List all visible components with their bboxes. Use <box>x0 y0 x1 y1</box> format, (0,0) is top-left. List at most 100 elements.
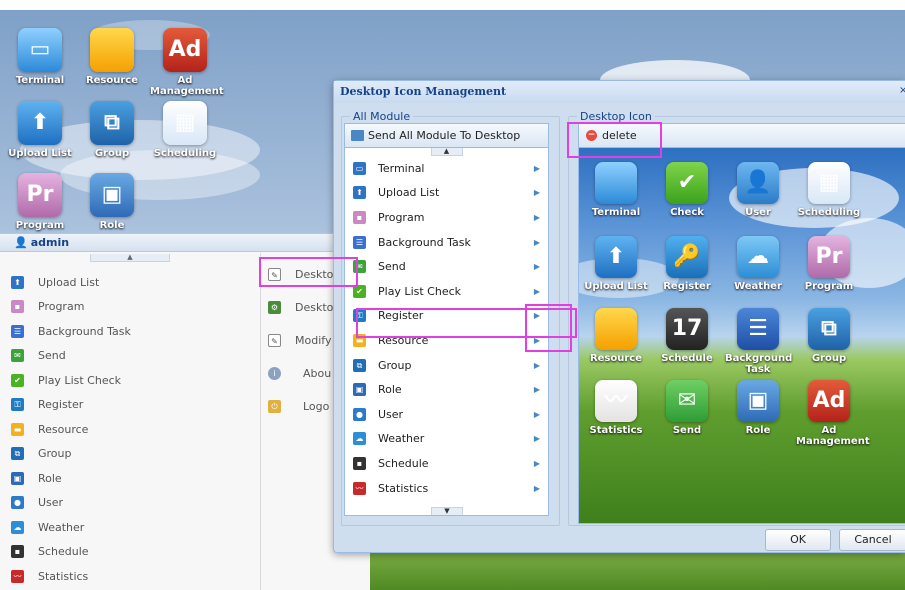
desktop-icon-management-dialog: Desktop Icon Management × All Module Des… <box>333 80 905 553</box>
module-item-background-task[interactable]: ☰ Background Task ▶ <box>345 230 548 255</box>
module-list: ▭ Terminal ▶ ⬆ Upload List ▶ ▪ Program ▶ ☰ Backgro… <box>345 156 548 500</box>
admin-menu-item-upload-list[interactable]: ⬆ Upload List <box>0 270 260 295</box>
desktop-preview-icon-register[interactable]: 🔑 Register <box>654 236 720 292</box>
admin-menu-item-register[interactable]: ⚿ Register <box>0 393 260 418</box>
desktop-preview-icon-program[interactable]: Pr Program <box>796 236 862 292</box>
desktop-preview-icon-weather[interactable]: ☁ Weather <box>725 236 791 292</box>
chevron-right-icon[interactable]: ▶ <box>534 287 540 296</box>
chevron-right-icon[interactable]: ▶ <box>534 262 540 271</box>
module-item-program[interactable]: ▪ Program ▶ <box>345 205 548 230</box>
module-item-resource[interactable]: ▬ Resource ▶ <box>345 328 548 353</box>
module-item-upload-list[interactable]: ⬆ Upload List ▶ <box>345 181 548 206</box>
desktop-icon-role[interactable]: ▣ Role <box>77 173 147 231</box>
desktop-icon-scheduling[interactable]: ▦ Scheduling <box>150 101 220 159</box>
calendar-grid-icon: ▦ <box>163 101 207 145</box>
module-list-panel: Send All Module To Desktop ▲ ▭ Terminal ▶ ⬆… <box>344 123 549 516</box>
desktop-preview-icon-label: Schedule <box>661 353 713 364</box>
desktop-icon-program[interactable]: Pr Program <box>5 173 75 231</box>
admin-menu-label: User <box>38 496 64 510</box>
desktop-icon-ad-management[interactable]: Ad Ad Management <box>150 28 224 97</box>
admin-menu-item-role[interactable]: ▣ Role <box>0 466 260 491</box>
module-item-group[interactable]: ⧉ Group ▶ <box>345 353 548 378</box>
admin-menu-item-schedule[interactable]: ▪ Schedule <box>0 540 260 565</box>
admin-menu-item-weather[interactable]: ☁ Weather <box>0 515 260 540</box>
desktop-preview-icon-resource[interactable]: Resource <box>583 308 649 364</box>
admin-menu-item-program[interactable]: ▪ Program <box>0 295 260 320</box>
chevron-right-icon[interactable]: ▶ <box>534 188 540 197</box>
admin-menu-item-play-list-check[interactable]: ✔ Play List Check <box>0 368 260 393</box>
delete-button[interactable]: − delete <box>579 124 905 148</box>
terminal-icon: ▭ <box>353 161 366 175</box>
cancel-button[interactable]: Cancel <box>839 529 905 551</box>
admin-menu-label: Schedule <box>38 545 89 559</box>
scheduling-icon: ▦ <box>808 162 850 204</box>
background-task-icon: ☰ <box>737 308 779 350</box>
ok-button[interactable]: OK <box>765 529 831 551</box>
chevron-right-icon[interactable]: ▶ <box>534 459 540 468</box>
desktop-preview-icon-check[interactable]: ✔ Check <box>654 162 720 218</box>
ad-icon: Ad <box>163 28 207 72</box>
desktop-icon-resource[interactable]: Resource <box>77 28 147 86</box>
chevron-right-icon[interactable]: ▶ <box>534 484 540 493</box>
desktop-preview-icon-scheduling[interactable]: ▦ Scheduling <box>796 162 862 218</box>
admin-menu-item-statistics[interactable]: 〰 Statistics <box>0 564 260 589</box>
admin-menu-label: Weather <box>38 520 85 534</box>
admin-menu-item-user[interactable]: ● User <box>0 491 260 516</box>
module-item-label: Schedule <box>378 456 429 470</box>
desktop-preview-icon-user[interactable]: 👤 User <box>725 162 791 218</box>
chevron-right-icon[interactable]: ▶ <box>534 164 540 173</box>
desktop-icon-terminal[interactable]: ▭ Terminal <box>5 28 75 86</box>
chevron-right-icon[interactable]: ▶ <box>534 361 540 370</box>
module-item-role[interactable]: ▣ Role ▶ <box>345 377 548 402</box>
chevron-right-icon[interactable]: ▶ <box>534 213 540 222</box>
chevron-right-icon[interactable]: ▶ <box>534 410 540 419</box>
send-all-module-button[interactable]: Send All Module To Desktop <box>345 124 548 148</box>
desktop-grass <box>370 548 905 590</box>
module-item-user[interactable]: ● User ▶ <box>345 402 548 427</box>
module-item-label: Weather <box>378 432 425 446</box>
admin-menu-item-background-task[interactable]: ☰ Background Task <box>0 319 260 344</box>
scroll-up-button[interactable]: ▲ <box>430 148 463 156</box>
role-icon: ▣ <box>90 173 134 217</box>
desktop-preview-icon-role[interactable]: ▣ Role <box>725 380 791 436</box>
module-item-schedule[interactable]: ▪ Schedule ▶ <box>345 451 548 476</box>
module-item-send[interactable]: ✉ Send ▶ <box>345 254 548 279</box>
desktop-icon-upload-list[interactable]: ⬆ Upload List <box>5 101 75 159</box>
module-item-statistics[interactable]: 〰 Statistics ▶ <box>345 476 548 501</box>
upload-arrow-icon: ⬆ <box>18 101 62 145</box>
chevron-right-icon[interactable]: ▶ <box>534 311 540 320</box>
module-item-label: Resource <box>378 333 429 347</box>
desktop-preview-icon-background-task[interactable]: ☰ Background Task <box>725 308 792 375</box>
program-icon: ▪ <box>11 300 24 314</box>
upload-icon: ⬆ <box>11 275 24 289</box>
chevron-right-icon[interactable]: ▶ <box>534 434 540 443</box>
admin-menu-label: Program <box>38 300 85 314</box>
desktop-preview-icon-ad-management[interactable]: Ad Ad Management <box>796 380 870 447</box>
desktop-preview-icon-statistics[interactable]: 〰 Statistics <box>583 380 649 436</box>
desktop-icon-group[interactable]: ⧉ Group <box>77 101 147 159</box>
collapse-handle[interactable]: ▲ <box>90 254 170 262</box>
edit-icon: ✎ <box>268 334 281 347</box>
desktop-preview-icon-label: Program <box>804 281 854 292</box>
module-item-weather[interactable]: ☁ Weather ▶ <box>345 427 548 452</box>
desktop-preview-icon-upload-list[interactable]: ⬆ Upload List <box>583 236 649 292</box>
module-item-label: Terminal <box>378 161 425 175</box>
desktop-preview-icon-terminal[interactable]: Terminal <box>583 162 649 218</box>
module-item-terminal[interactable]: ▭ Terminal ▶ <box>345 156 548 181</box>
desktop-preview-icon-schedule[interactable]: 17 Schedule <box>654 308 720 364</box>
close-icon[interactable]: × <box>899 85 905 99</box>
module-item-play-list-check[interactable]: ✔ Play List Check ▶ <box>345 279 548 304</box>
task-icon: ☰ <box>353 235 366 249</box>
chevron-right-icon[interactable]: ▶ <box>534 385 540 394</box>
weather-icon: ☁ <box>737 236 779 278</box>
admin-menu-item-group[interactable]: ⧉ Group <box>0 442 260 467</box>
chevron-right-icon[interactable]: ▶ <box>534 238 540 247</box>
admin-menu-item-send[interactable]: ✉ Send <box>0 344 260 369</box>
module-item-register[interactable]: ⚿ Register ▶ <box>345 304 548 329</box>
admin-menu-item-resource[interactable]: ▬ Resource <box>0 417 260 442</box>
chevron-right-icon[interactable]: ▶ <box>534 336 540 345</box>
scroll-down-button[interactable]: ▼ <box>431 507 463 515</box>
desktop-preview-icon-label: Register <box>663 281 711 292</box>
desktop-preview-icon-send[interactable]: ✉ Send <box>654 380 720 436</box>
desktop-preview-icon-group[interactable]: ⧉ Group <box>796 308 862 364</box>
